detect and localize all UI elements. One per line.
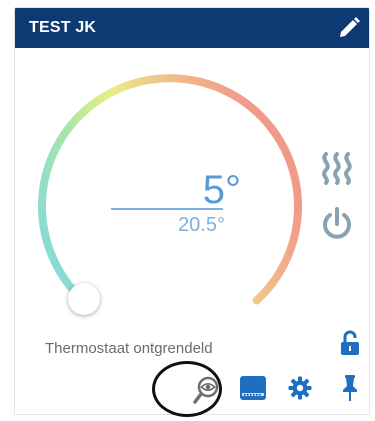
card-title: TEST JK [29,19,97,36]
thermostat-card: TEST JK 5° 20.5° Thermostaat ontgrendeld [14,7,370,415]
gear-icon[interactable] [288,376,312,400]
setpoint-temperature: 5° [202,168,241,212]
power-icon[interactable] [320,206,354,242]
magnifier-eye-icon[interactable] [191,375,221,405]
module-icon[interactable] [239,375,267,401]
heat-waves-icon[interactable] [318,150,356,186]
pencil-icon[interactable] [337,16,361,40]
dial-knob[interactable] [68,283,100,315]
current-temperature: 20.5° [178,214,225,236]
unlocked-padlock-icon[interactable] [339,330,361,356]
thermostat-status-text: Thermostaat ontgrendeld [45,340,213,357]
temperature-divider [111,208,223,210]
card-header: TEST JK [15,8,369,48]
pin-icon[interactable] [340,374,360,402]
